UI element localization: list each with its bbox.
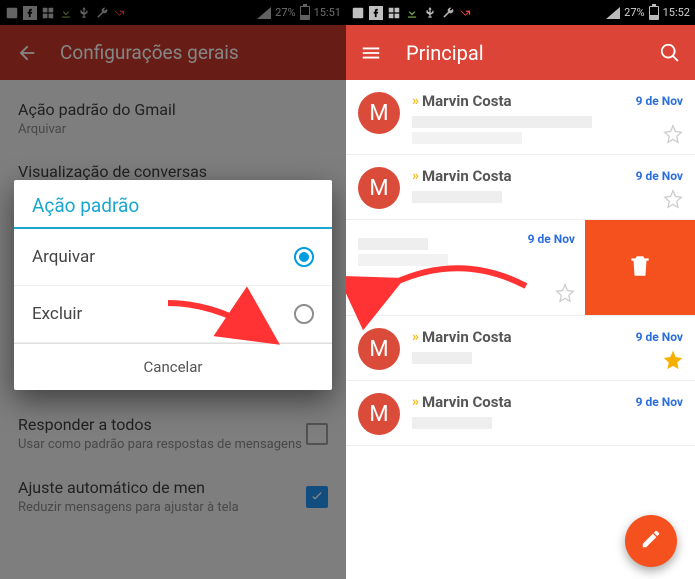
dialog-option-archive[interactable]: Arquivar: [14, 229, 332, 286]
dialog-default-action: Ação padrão Arquivar Excluir Cancelar: [14, 180, 332, 390]
mail-date: 9 de Nov: [636, 94, 683, 108]
appbar-inbox: Principal: [346, 25, 695, 80]
swipe-delete-action[interactable]: [585, 220, 695, 315]
importance-marker-icon: »: [412, 93, 416, 109]
star-icon[interactable]: [663, 189, 683, 209]
dialog-cancel-button[interactable]: Cancelar: [14, 343, 332, 390]
subject-redacted: [412, 116, 592, 128]
download-icon: [405, 6, 419, 20]
mail-date: 9 de Nov: [528, 232, 575, 246]
puzzle-icon: [387, 6, 401, 20]
snippet-redacted: [358, 254, 448, 266]
star-icon[interactable]: [663, 350, 683, 370]
avatar[interactable]: M: [358, 92, 400, 134]
avatar[interactable]: M: [358, 167, 400, 209]
sender-name: Marvin Costa: [422, 167, 512, 185]
subject-redacted: [412, 352, 472, 364]
radio-unselected[interactable]: [294, 304, 314, 324]
dialog-option-delete[interactable]: Excluir: [14, 286, 332, 343]
subject-redacted: [412, 417, 492, 429]
trash-icon: [627, 253, 653, 283]
hamburger-icon[interactable]: [360, 42, 382, 64]
mail-date: 9 de Nov: [636, 169, 683, 183]
mail-row[interactable]: M » Marvin Costa 9 de Nov: [346, 381, 695, 446]
option-label: Arquivar: [32, 247, 294, 267]
wrench-icon: [441, 6, 455, 20]
importance-marker-icon: »: [412, 329, 416, 345]
avatar[interactable]: M: [358, 393, 400, 435]
fb-icon: [369, 6, 383, 20]
option-label: Excluir: [32, 304, 294, 324]
pencil-icon: [640, 528, 662, 554]
mail-row[interactable]: M » Marvin Costa 9 de Nov: [346, 155, 695, 220]
subject-redacted: [358, 238, 428, 250]
radio-selected[interactable]: [294, 247, 314, 267]
usb-icon: [423, 6, 437, 20]
mail-date: 9 de Nov: [636, 395, 683, 409]
right-phone: 27% 15:52 Principal M » Marvin Costa 9 de…: [346, 0, 695, 579]
snippet-redacted: [412, 132, 522, 144]
swiped-content[interactable]: 9 de Nov: [346, 220, 585, 315]
mail-row[interactable]: M » Marvin Costa 9 de Nov: [346, 316, 695, 381]
signal-icon: [606, 7, 620, 19]
sender-name: Marvin Costa: [422, 328, 512, 346]
appbar-title: Principal: [406, 41, 484, 65]
mail-row[interactable]: M » Marvin Costa 9 de Nov: [346, 80, 695, 155]
clock: 15:52: [663, 6, 690, 19]
missed-call-icon: [459, 6, 473, 20]
sender-name: Marvin Costa: [422, 393, 512, 411]
star-icon[interactable]: [663, 124, 683, 144]
statusbar-right: 27% 15:52: [346, 0, 695, 25]
compose-fab[interactable]: [625, 515, 677, 567]
inbox-list[interactable]: M » Marvin Costa 9 de Nov M » Marvin Costa…: [346, 80, 695, 579]
star-icon[interactable]: [555, 283, 575, 303]
left-phone: 27% 15:51 Configurações gerais Ação padr…: [0, 0, 346, 579]
subject-redacted: [412, 191, 502, 203]
dialog-title: Ação padrão: [14, 180, 332, 229]
mail-row-swiped[interactable]: 9 de Nov: [346, 220, 695, 316]
mail-date: 9 de Nov: [636, 330, 683, 344]
sender-name: Marvin Costa: [422, 92, 512, 110]
importance-marker-icon: »: [412, 168, 416, 184]
battery-pct: 27%: [624, 6, 644, 19]
importance-marker-icon: »: [412, 394, 416, 410]
app-icon: [351, 6, 365, 20]
search-icon[interactable]: [659, 42, 681, 64]
avatar[interactable]: M: [358, 328, 400, 370]
battery-icon: [649, 6, 659, 20]
